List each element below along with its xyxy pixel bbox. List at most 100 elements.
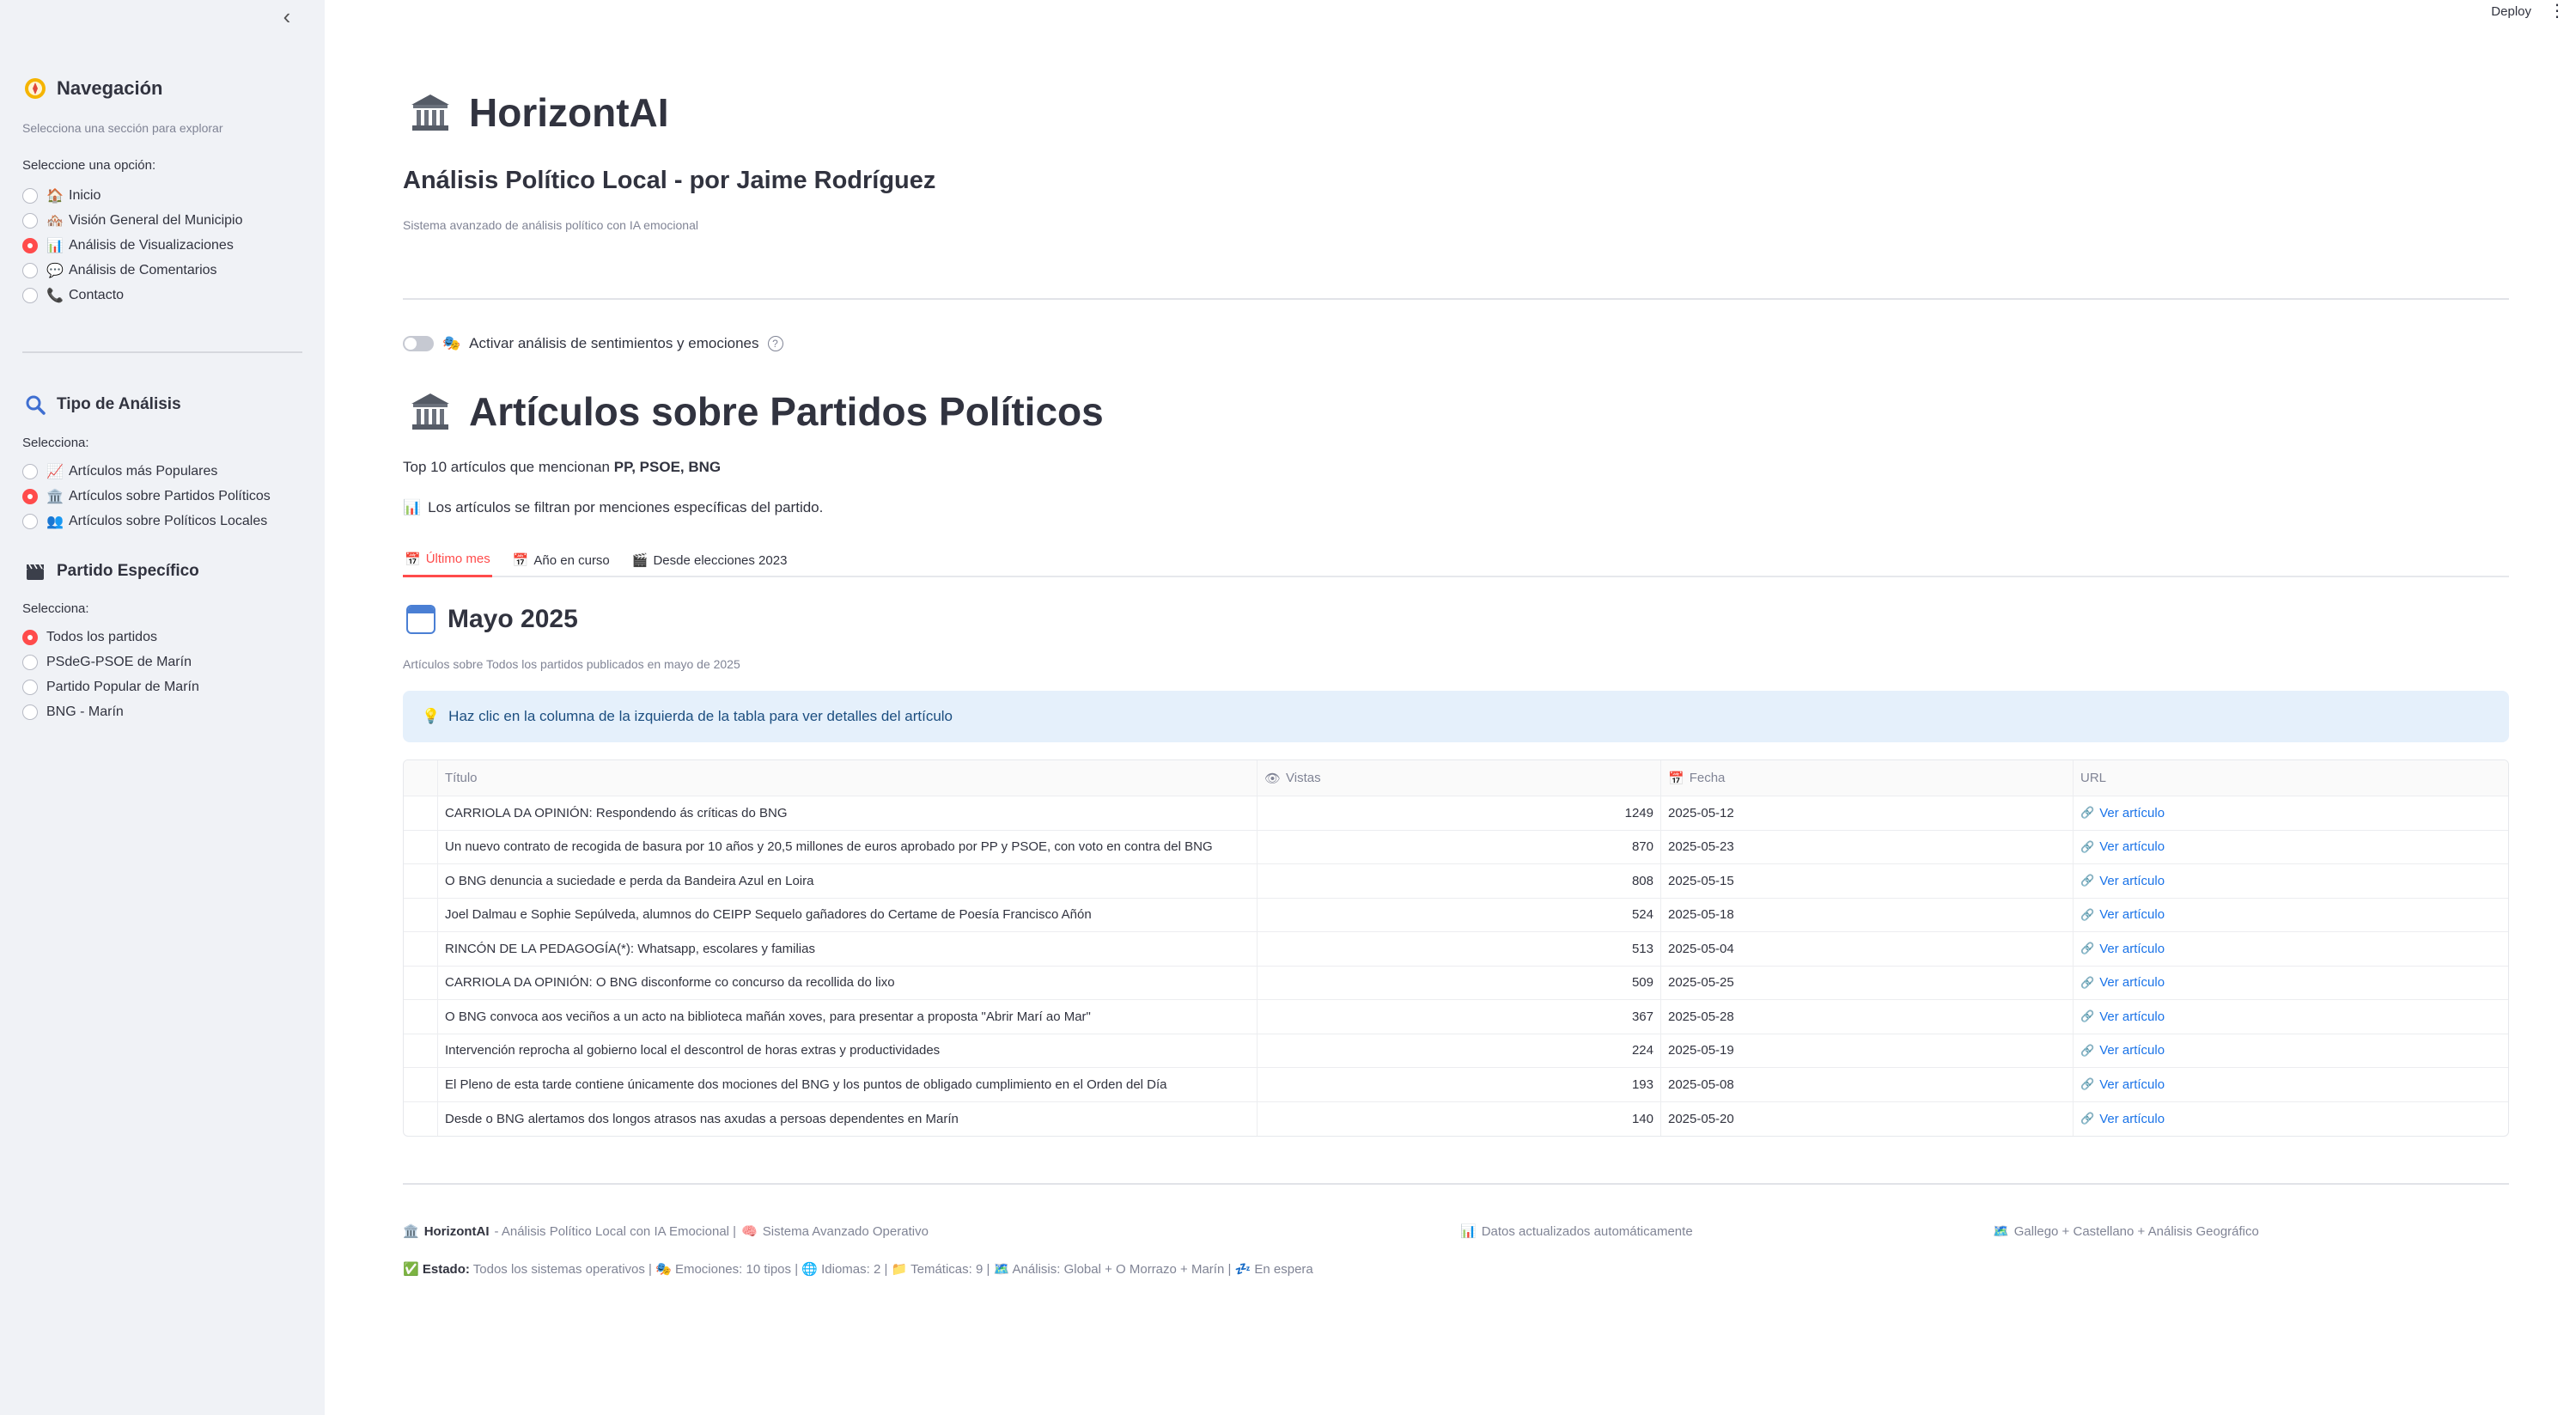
- help-icon[interactable]: ?: [767, 336, 783, 351]
- calendar-icon: 📅: [405, 552, 421, 567]
- article-link[interactable]: Ver artículo: [2099, 1112, 2165, 1126]
- classical-building-icon: [407, 390, 454, 433]
- views-cell: 524: [1258, 898, 1661, 931]
- table-row[interactable]: RINCÓN DE LA PEDAGOGÍA(*): Whatsapp, esc…: [404, 932, 2508, 967]
- top-bar: Deploy ⋮: [2491, 0, 2576, 22]
- tab-ultimo-mes[interactable]: 📅 Último mes: [403, 543, 492, 577]
- table-row[interactable]: CARRIOLA DA OPINIÓN: O BNG disconforme c…: [404, 966, 2508, 1000]
- tab-label: Desde elecciones 2023: [653, 552, 788, 568]
- title-cell: El Pleno de esta tarde contiene únicamen…: [438, 1068, 1258, 1101]
- title-cell: Joel Dalmau e Sophie Sepúlveda, alumnos …: [438, 898, 1258, 931]
- main-menu-button[interactable]: ⋮: [2549, 3, 2566, 20]
- classical-building-icon: 🏛️: [403, 1224, 419, 1239]
- section-title-text: Artículos sobre Partidos Políticos: [469, 389, 1104, 434]
- row-select-cell[interactable]: [404, 966, 438, 999]
- date-cell: 2025-05-18: [1661, 898, 2074, 931]
- article-link[interactable]: Ver artículo: [2099, 839, 2165, 854]
- analysis-option-label: Artículos sobre Partidos Políticos: [69, 488, 271, 503]
- party-option-todos[interactable]: Todos los partidos: [22, 625, 199, 650]
- analysis-option-label: Artículos sobre Políticos Locales: [69, 513, 268, 528]
- table-row[interactable]: Desde o BNG alertamos dos longos atrasos…: [404, 1101, 2508, 1136]
- title-cell: Intervención reprocha al gobierno local …: [438, 1034, 1258, 1067]
- eye-icon: 👁: [1264, 771, 1282, 786]
- party-option-bng[interactable]: BNG - Marín: [22, 699, 199, 724]
- radio-dot: [22, 187, 38, 204]
- table-row[interactable]: Un nuevo contrato de recogida de basura …: [404, 830, 2508, 864]
- date-cell: 2025-05-04: [1661, 932, 2074, 966]
- nav-option-visualizaciones[interactable]: 📊 Análisis de Visualizaciones: [22, 233, 242, 258]
- title-cell: Desde o BNG alertamos dos longos atrasos…: [438, 1101, 1258, 1136]
- column-header-title[interactable]: Título: [438, 760, 1258, 796]
- article-link[interactable]: Ver artículo: [2099, 942, 2165, 956]
- sentiment-toggle[interactable]: [403, 336, 434, 351]
- date-cell: 2025-05-19: [1661, 1034, 2074, 1067]
- footer-left-text2: Sistema Avanzado Operativo: [762, 1223, 929, 1239]
- app-title: HorizontAI: [407, 89, 669, 136]
- row-select-cell[interactable]: [404, 864, 438, 898]
- collapse-sidebar-button[interactable]: ‹: [277, 5, 297, 27]
- article-link[interactable]: Ver artículo: [2099, 1009, 2165, 1024]
- analysis-option-label: Artículos más Populares: [69, 463, 218, 479]
- row-select-cell[interactable]: [404, 898, 438, 931]
- footer-left: 🏛️ HorizontAI - Análisis Político Local …: [403, 1223, 929, 1240]
- table-row[interactable]: O BNG denuncia a suciedade e perda da Ba…: [404, 864, 2508, 899]
- sidebar-divider: [22, 351, 302, 353]
- row-select-cell[interactable]: [404, 1000, 438, 1034]
- column-header-date[interactable]: 📅 Fecha: [1661, 760, 2074, 796]
- column-header-url[interactable]: URL: [2074, 760, 2508, 796]
- analysis-option-partidos[interactable]: 🏛️ Artículos sobre Partidos Políticos: [22, 484, 271, 509]
- link-icon: 🔗: [2080, 1112, 2095, 1125]
- nav-option-inicio[interactable]: 🏠 Inicio: [22, 183, 242, 208]
- row-select-cell[interactable]: [404, 796, 438, 830]
- classical-building-icon: 🏛️: [46, 489, 64, 504]
- article-link[interactable]: Ver artículo: [2099, 1077, 2165, 1092]
- row-select-cell[interactable]: [404, 1034, 438, 1067]
- analysis-prompt: Selecciona:: [22, 436, 89, 450]
- table-row[interactable]: O BNG convoca aos veciños a un acto na b…: [404, 1000, 2508, 1034]
- table-row[interactable]: Joel Dalmau e Sophie Sepúlveda, alumnos …: [404, 898, 2508, 932]
- nav-option-comentarios[interactable]: 💬 Análisis de Comentarios: [22, 258, 242, 283]
- party-option-psoe[interactable]: PSdeG-PSOE de Marín: [22, 650, 199, 674]
- url-cell: 🔗 Ver artículo: [2074, 796, 2508, 830]
- nav-subtitle: Selecciona una sección para explorar: [22, 121, 223, 135]
- sentiment-toggle-label: Activar análisis de sentimientos y emoci…: [469, 335, 759, 351]
- month-caption: Artículos sobre Todos los partidos publi…: [403, 657, 740, 671]
- url-cell: 🔗 Ver artículo: [2074, 831, 2508, 864]
- footer-status-label: Estado:: [422, 1262, 470, 1277]
- article-link[interactable]: Ver artículo: [2099, 806, 2165, 820]
- row-select-cell[interactable]: [404, 932, 438, 966]
- tab-desde-elecciones[interactable]: 🎬 Desde elecciones 2023: [630, 543, 789, 577]
- row-select-cell[interactable]: [404, 1068, 438, 1101]
- link-icon: 🔗: [2080, 942, 2095, 955]
- link-icon: 🔗: [2080, 1043, 2095, 1057]
- column-header-views[interactable]: 👁 Vistas: [1258, 760, 1661, 796]
- deploy-button[interactable]: Deploy: [2491, 4, 2531, 19]
- article-link[interactable]: Ver artículo: [2099, 874, 2165, 888]
- nav-option-contacto[interactable]: 📞 Contacto: [22, 283, 242, 308]
- table-row[interactable]: Intervención reprocha al gobierno local …: [404, 1034, 2508, 1068]
- views-cell: 1249: [1258, 796, 1661, 830]
- analysis-heading: Tipo de Análisis: [22, 392, 181, 418]
- article-link[interactable]: Ver artículo: [2099, 907, 2165, 922]
- phone-icon: 📞: [46, 288, 64, 303]
- url-cell: 🔗 Ver artículo: [2074, 1068, 2508, 1101]
- link-icon: 🔗: [2080, 1077, 2095, 1091]
- sentiment-toggle-row: 🎭 Activar análisis de sentimientos y emo…: [403, 335, 783, 352]
- analysis-option-populares[interactable]: 📈 Artículos más Populares: [22, 459, 271, 484]
- magnifier-icon: [22, 392, 48, 418]
- link-icon: 🔗: [2080, 839, 2095, 853]
- article-link[interactable]: Ver artículo: [2099, 975, 2165, 990]
- analysis-option-politicos[interactable]: 👥 Artículos sobre Políticos Locales: [22, 509, 271, 534]
- title-cell: CARRIOLA DA OPINIÓN: Respondendo ás crít…: [438, 796, 1258, 830]
- radio-dot: [22, 513, 38, 529]
- article-link[interactable]: Ver artículo: [2099, 1043, 2165, 1058]
- calendar-icon: [406, 605, 435, 634]
- tab-ano-en-curso[interactable]: 📅 Año en curso: [511, 543, 612, 577]
- row-select-cell[interactable]: [404, 1101, 438, 1136]
- section-desc-parties: PP, PSOE, BNG: [613, 459, 722, 475]
- nav-option-vision-general[interactable]: 🏘️ Visión General del Municipio: [22, 208, 242, 233]
- row-select-cell[interactable]: [404, 830, 438, 863]
- party-option-pp[interactable]: Partido Popular de Marín: [22, 674, 199, 699]
- table-row[interactable]: CARRIOLA DA OPINIÓN: Respondendo ás crít…: [404, 796, 2508, 831]
- table-row[interactable]: El Pleno de esta tarde contiene únicamen…: [404, 1068, 2508, 1102]
